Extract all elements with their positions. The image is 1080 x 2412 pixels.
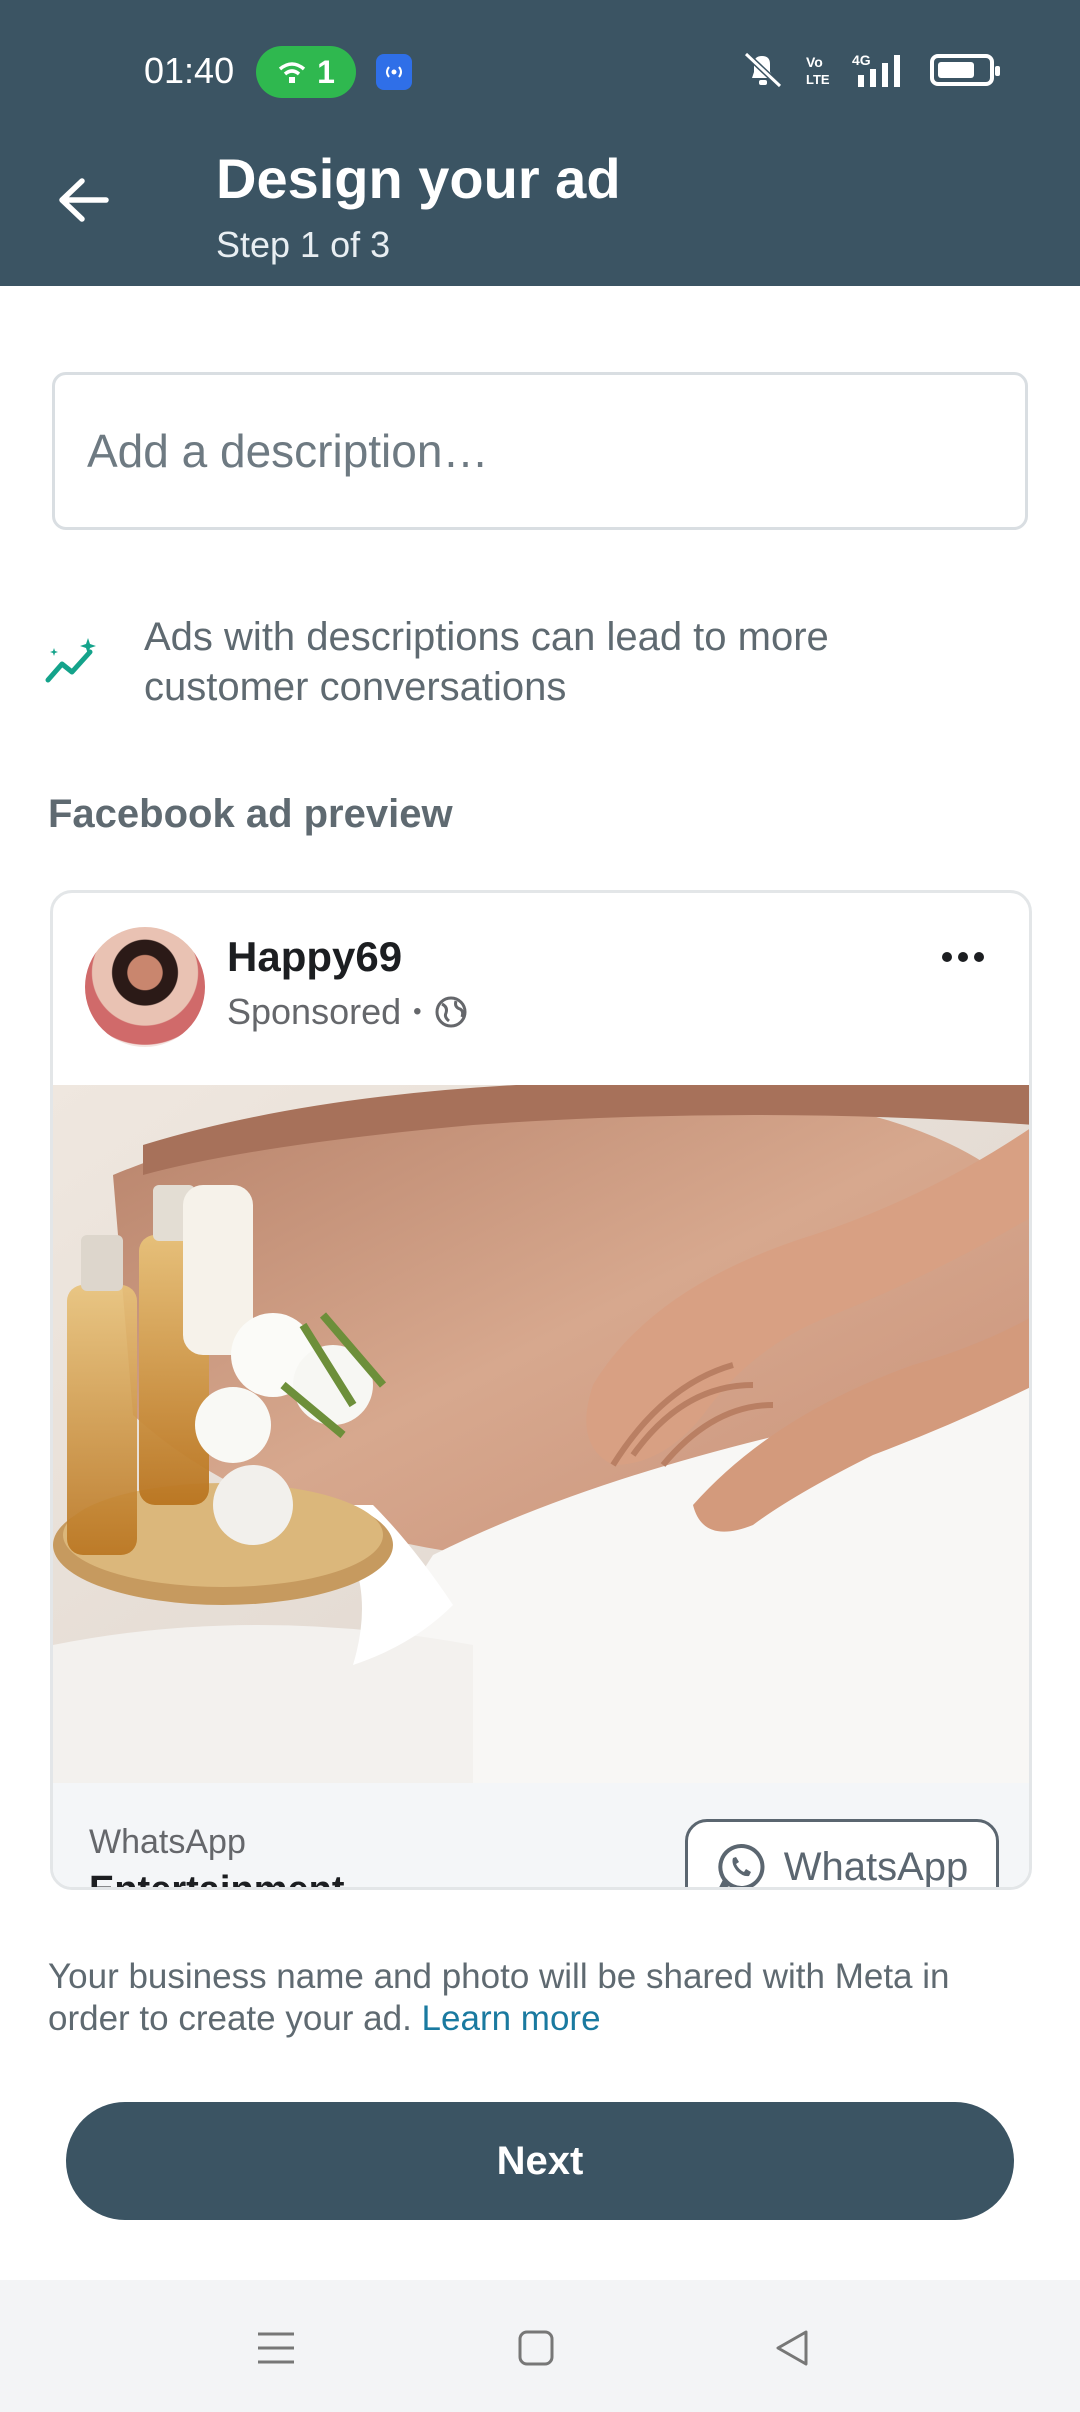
page-title: Design your ad	[216, 147, 621, 210]
nfc-icon	[376, 54, 412, 90]
description-tip: Ads with descriptions can lead to more c…	[144, 615, 829, 709]
home-button[interactable]	[504, 2316, 568, 2380]
status-time: 01:40	[144, 50, 235, 91]
whatsapp-cta-button[interactable]: WhatsApp	[685, 1819, 999, 1889]
hotspot-indicator: 1	[256, 46, 356, 98]
more-dots-icon	[942, 952, 952, 962]
ad-footer: WhatsApp Entertainment WhatsApp	[53, 1783, 1029, 1890]
ad-image	[53, 1085, 1029, 1783]
svg-text:Vo: Vo	[806, 54, 823, 70]
ad-preview-card: Happy69 Sponsored • WhatsApp Entertainme…	[50, 890, 1032, 1890]
battery-level	[938, 62, 974, 78]
svg-text:LTE: LTE	[806, 72, 830, 87]
more-options-button[interactable]	[933, 937, 993, 977]
separator-dot: •	[413, 998, 422, 1025]
footer-category: Entertainment	[89, 1869, 345, 1890]
app-header: 01:40 1 Vo LTE 4G Design your ad Step 1 …	[0, 0, 1080, 286]
system-nav-bar	[0, 2280, 1080, 2412]
preview-section-title: Facebook ad preview	[48, 792, 453, 836]
recents-button[interactable]	[244, 2316, 308, 2380]
volte-icon: Vo LTE	[806, 54, 830, 87]
svg-text:4G: 4G	[852, 52, 871, 68]
back-nav-button[interactable]	[760, 2316, 824, 2380]
whatsapp-icon	[718, 1843, 765, 1887]
mute-bell-icon	[743, 51, 783, 89]
step-indicator: Step 1 of 3	[216, 224, 391, 265]
hotspot-count: 1	[317, 53, 335, 90]
screen: 01:40 1 Vo LTE 4G Design your ad Step 1 …	[0, 0, 1080, 2412]
whatsapp-cta-label: WhatsApp	[783, 1844, 969, 1889]
hotspot-icon	[278, 62, 306, 83]
triangle-back-icon	[776, 2330, 808, 2366]
bottom-sheet: Your business name and photo will be sha…	[0, 1900, 1080, 2280]
business-name: Happy69	[227, 933, 403, 980]
consent-text: Your business name and photo will be sha…	[48, 1956, 1032, 2040]
footer-app-label: WhatsApp	[89, 1823, 246, 1861]
battery-icon	[930, 54, 1000, 86]
learn-more-link[interactable]: Learn more	[422, 1999, 601, 2038]
menu-lines-icon	[258, 2332, 294, 2364]
arrow-left-icon	[59, 178, 109, 222]
description-input[interactable]	[52, 372, 1028, 530]
sponsored-row: Sponsored •	[227, 991, 468, 1033]
business-avatar	[85, 927, 205, 1047]
back-button[interactable]	[44, 160, 124, 240]
square-home-icon	[518, 2330, 554, 2366]
next-button[interactable]: Next	[66, 2102, 1014, 2220]
sponsored-label: Sponsored	[227, 991, 402, 1032]
globe-icon	[435, 996, 467, 1028]
signal-4g-icon: 4G	[852, 52, 900, 87]
sparkle-trend-icon	[45, 638, 96, 683]
status-icons: Vo LTE 4G	[740, 50, 1000, 90]
